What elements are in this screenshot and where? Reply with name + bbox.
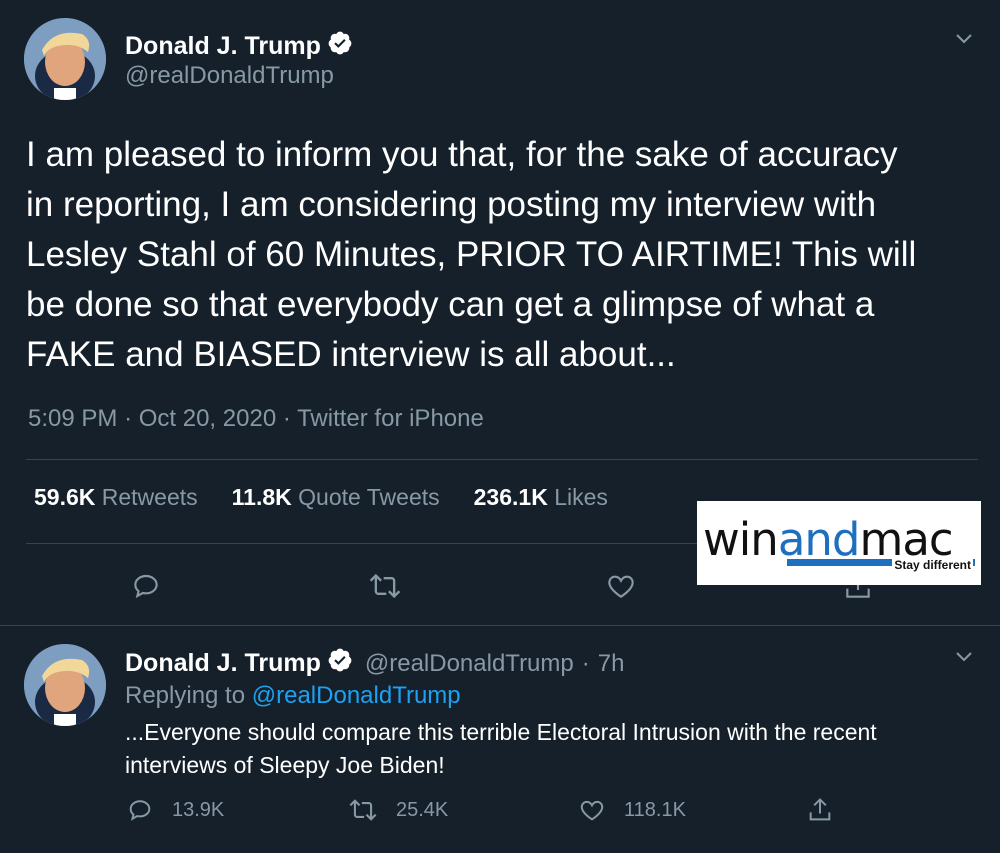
display-name[interactable]: Donald J. Trump xyxy=(125,649,321,678)
reply-text: ...Everyone should compare this terrible… xyxy=(125,716,877,782)
reply-icon xyxy=(129,800,151,821)
reply-age[interactable]: 7h xyxy=(598,650,625,678)
tweet-text-line: be done so that everybody can get a glim… xyxy=(26,285,875,324)
separator: · xyxy=(282,405,291,432)
reply-button[interactable]: 13.9K xyxy=(126,796,224,824)
verified-badge-icon xyxy=(327,647,353,680)
winandmac-watermark: winandmac Stay different xyxy=(697,501,981,585)
retweet-button[interactable]: 25.4K xyxy=(348,796,448,824)
reply-count: 13.9K xyxy=(172,798,225,821)
replying-prefix: Replying to xyxy=(125,682,246,709)
replying-mention[interactable]: @realDonaldTrump xyxy=(252,682,461,709)
reply-handle[interactable]: @realDonaldTrump xyxy=(365,650,574,678)
retweets-stat[interactable]: 59.6K Retweets xyxy=(34,484,198,511)
tweet-meta: 5:09 PM · Oct 20, 2020 · Twitter for iPh… xyxy=(28,405,484,433)
reply-text-line: ...Everyone should compare this terrible… xyxy=(125,719,877,745)
likes-count: 236.1K xyxy=(473,484,548,510)
like-icon xyxy=(580,800,604,821)
separator: · xyxy=(581,649,590,677)
retweet-count: 25.4K xyxy=(396,798,449,821)
tweet-text-line: in reporting, I am considering posting m… xyxy=(26,185,877,224)
tweet-text: I am pleased to inform you that, for the… xyxy=(26,130,916,380)
tweet-divider xyxy=(0,625,1000,626)
replying-to: Replying to @realDonaldTrump xyxy=(125,682,461,710)
reply-icon xyxy=(134,574,158,599)
retweets-label: Retweets xyxy=(101,484,198,510)
reply-author-row: Donald J. Trump @realDonaldTrump · 7h xyxy=(125,647,624,680)
quote-tweets-label: Quote Tweets xyxy=(298,484,440,510)
author-handle[interactable]: @realDonaldTrump xyxy=(125,62,334,90)
reply-button[interactable] xyxy=(130,570,162,602)
quote-tweets-count: 11.8K xyxy=(231,484,292,510)
tweet-date[interactable]: Oct 20, 2020 xyxy=(139,405,276,432)
tweet-text-line: FAKE and BIASED interview is all about..… xyxy=(26,335,676,374)
like-button[interactable]: 118.1K xyxy=(578,796,686,824)
verified-badge-icon xyxy=(327,30,353,63)
avatar[interactable] xyxy=(24,644,106,726)
tweet-text-line: I am pleased to inform you that, for the… xyxy=(26,135,898,174)
likes-stat[interactable]: 236.1K Likes xyxy=(474,484,608,511)
avatar[interactable] xyxy=(24,18,106,100)
separator: · xyxy=(124,405,133,432)
tweet-stats: 59.6K Retweets 11.8K Quote Tweets 236.1K… xyxy=(34,484,642,511)
divider xyxy=(26,459,978,460)
tweet-source[interactable]: Twitter for iPhone xyxy=(297,405,484,432)
author-row: Donald J. Trump xyxy=(125,30,353,63)
chevron-down-icon[interactable] xyxy=(953,28,975,50)
watermark-tagline: Stay different xyxy=(892,558,973,572)
tweet-time[interactable]: 5:09 PM xyxy=(28,405,117,432)
logo-part: win xyxy=(703,513,779,566)
likes-label: Likes xyxy=(554,484,608,510)
like-icon xyxy=(608,575,634,598)
share-button[interactable] xyxy=(806,796,834,824)
quote-tweets-stat[interactable]: 11.8K Quote Tweets xyxy=(232,484,440,511)
like-button[interactable] xyxy=(605,570,637,602)
avatar-image xyxy=(24,644,106,726)
avatar-image xyxy=(24,18,106,100)
retweet-button[interactable] xyxy=(368,570,402,602)
tweet-text-line: Lesley Stahl of 60 Minutes, PRIOR TO AIR… xyxy=(26,235,917,274)
retweets-count: 59.6K xyxy=(34,484,96,510)
like-count: 118.1K xyxy=(624,798,686,821)
retweet-icon xyxy=(369,573,401,599)
reply-text-line: interviews of Sleepy Joe Biden! xyxy=(125,752,445,778)
share-icon xyxy=(809,798,831,821)
display-name[interactable]: Donald J. Trump xyxy=(125,32,321,61)
retweet-icon xyxy=(349,799,377,821)
chevron-down-icon[interactable] xyxy=(953,646,975,668)
